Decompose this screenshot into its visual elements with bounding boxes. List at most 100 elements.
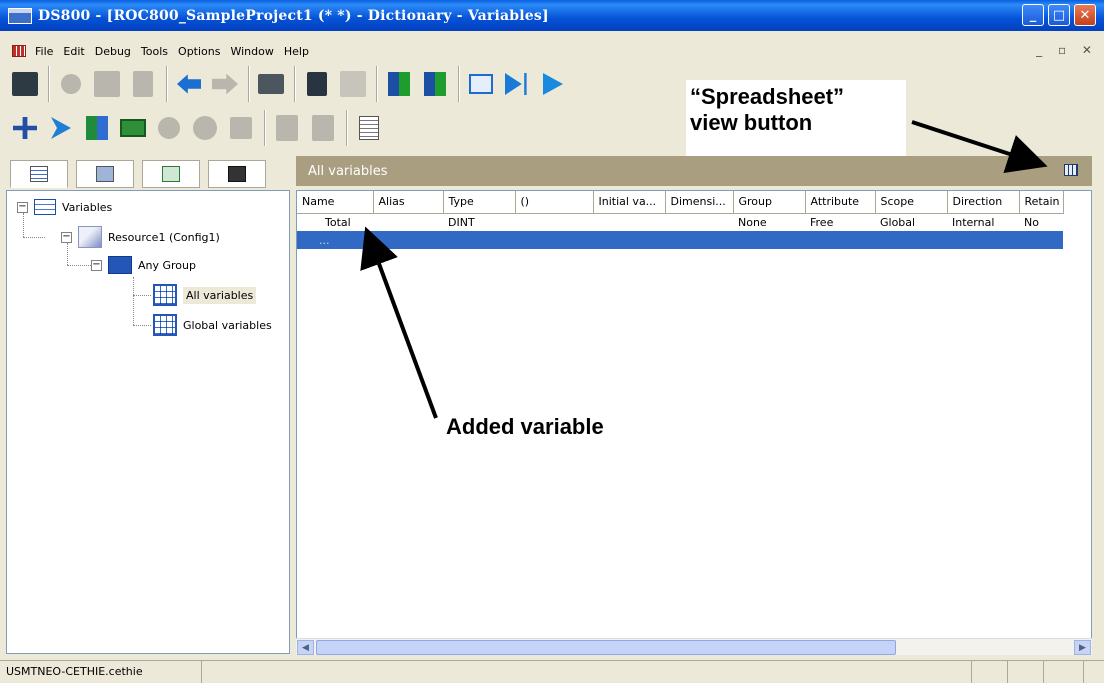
tree-item-any-group[interactable]: − Any Group: [91, 253, 196, 277]
collapse-icon[interactable]: −: [17, 201, 28, 213]
tree-item-label: Variables: [62, 200, 113, 214]
run-icon[interactable]: [538, 69, 568, 99]
cell-direction[interactable]: [947, 231, 1019, 249]
scroll-right-icon[interactable]: ▶: [1074, 640, 1091, 655]
cell-scope[interactable]: [875, 231, 947, 249]
cell-group[interactable]: [733, 231, 805, 249]
calculator-icon[interactable]: [354, 113, 384, 143]
column-header[interactable]: Scope: [875, 191, 948, 214]
circle-icon[interactable]: [154, 113, 184, 143]
variables-tab[interactable]: [10, 160, 68, 188]
column-header[interactable]: Direction: [947, 191, 1020, 214]
added-variable-annotation: Added variable: [446, 414, 604, 439]
cell-dimension[interactable]: [665, 231, 733, 249]
cube-icon[interactable]: [82, 113, 112, 143]
menu-help[interactable]: Help: [279, 45, 314, 58]
cell-initial[interactable]: [593, 231, 665, 249]
cell-retain[interactable]: No: [1019, 213, 1063, 231]
close-button[interactable]: ✕: [1074, 4, 1096, 26]
cell-name[interactable]: ...: [297, 231, 373, 249]
tree-item-global-variables[interactable]: Global variables: [153, 313, 272, 337]
minimize-button[interactable]: _: [1022, 4, 1044, 26]
spreadsheet-view-icon[interactable]: [1064, 164, 1078, 176]
toolbar-separator: [248, 66, 250, 102]
document-icon[interactable]: [12, 45, 26, 57]
cell-retain[interactable]: [1019, 231, 1063, 249]
scroll-thumb[interactable]: [316, 640, 896, 655]
arrow-icon[interactable]: [46, 113, 76, 143]
redo-icon[interactable]: [210, 69, 240, 99]
step-icon[interactable]: [502, 69, 532, 99]
cut-icon[interactable]: [56, 69, 86, 99]
window-title: DS800 - [ROC800_SampleProject1 (* *) - D…: [38, 7, 549, 24]
undo-icon[interactable]: [174, 69, 204, 99]
menu-debug[interactable]: Debug: [90, 45, 136, 58]
cell-attribute[interactable]: [805, 231, 875, 249]
tree-tab[interactable]: [142, 160, 200, 188]
doc-in-icon[interactable]: [272, 113, 302, 143]
menu-edit[interactable]: Edit: [58, 45, 89, 58]
cell-alias[interactable]: [373, 213, 443, 231]
tree-line: [133, 325, 151, 326]
group-icon: [108, 256, 132, 274]
horizontal-scrollbar[interactable]: ◀ ▶: [296, 638, 1092, 655]
column-header[interactable]: Attribute: [805, 191, 876, 214]
cell-type[interactable]: DINT: [443, 213, 515, 231]
column-header[interactable]: Alias: [373, 191, 444, 214]
cell-attribute[interactable]: Free: [805, 213, 875, 231]
cell-group[interactable]: None: [733, 213, 805, 231]
sort-descending-icon[interactable]: [420, 69, 450, 99]
tree-item-all-variables[interactable]: All variables: [153, 283, 257, 307]
cell-type[interactable]: [443, 231, 515, 249]
cell-parens[interactable]: [515, 231, 593, 249]
menu-options[interactable]: Options: [173, 45, 225, 58]
grid-icon[interactable]: [338, 69, 368, 99]
collapse-icon[interactable]: −: [91, 259, 102, 271]
copy-icon[interactable]: [92, 69, 122, 99]
cell-initial[interactable]: [593, 213, 665, 231]
tree-item-label: All variables: [183, 286, 257, 304]
column-header[interactable]: Name: [297, 191, 374, 214]
cell-dimension[interactable]: [665, 213, 733, 231]
cell-direction[interactable]: Internal: [947, 213, 1019, 231]
column-header[interactable]: Type: [443, 191, 516, 214]
app-icon: [8, 7, 32, 24]
table-row[interactable]: Total DINT None Free Global Internal No: [297, 213, 1063, 231]
puzzle-icon[interactable]: [226, 113, 256, 143]
paste-icon[interactable]: [128, 69, 158, 99]
cell-name[interactable]: Total: [297, 213, 373, 231]
cell-scope[interactable]: Global: [875, 213, 947, 231]
column-header[interactable]: (): [515, 191, 594, 214]
status-panel: [1044, 661, 1084, 683]
connect-icon[interactable]: [10, 113, 40, 143]
cell-alias[interactable]: [373, 231, 443, 249]
scroll-left-icon[interactable]: ◀: [297, 640, 314, 655]
save-icon[interactable]: [10, 69, 40, 99]
mdi-controls[interactable]: _ ▫ ✕: [1036, 43, 1098, 57]
card-icon[interactable]: [118, 113, 148, 143]
menu-file[interactable]: File: [30, 45, 58, 58]
collapse-icon[interactable]: −: [61, 231, 72, 243]
maximize-button[interactable]: □: [1048, 4, 1070, 26]
find-icon[interactable]: [302, 69, 332, 99]
column-header[interactable]: Group: [733, 191, 806, 214]
tree-item-resource[interactable]: − Resource1 (Config1): [61, 225, 220, 249]
view-icon[interactable]: [466, 69, 496, 99]
title-bar: DS800 - [ROC800_SampleProject1 (* *) - D…: [0, 0, 1104, 31]
doc-out-icon[interactable]: [308, 113, 338, 143]
tree-item-variables[interactable]: − Variables: [17, 195, 112, 219]
column-header[interactable]: Dimensi...: [665, 191, 734, 214]
gear-icon[interactable]: [190, 113, 220, 143]
print-icon[interactable]: [256, 69, 286, 99]
column-header[interactable]: Retain: [1019, 191, 1064, 214]
tree-item-label: Any Group: [138, 258, 196, 272]
network-tab[interactable]: [76, 160, 134, 188]
menu-tools[interactable]: Tools: [136, 45, 173, 58]
cell-parens[interactable]: [515, 213, 593, 231]
column-header[interactable]: Initial va...: [593, 191, 666, 214]
table-row[interactable]: ...: [297, 231, 1063, 249]
window-tab[interactable]: [208, 160, 266, 188]
sort-ascending-icon[interactable]: [384, 69, 414, 99]
panel-header: All variables: [296, 156, 1092, 186]
menu-window[interactable]: Window: [225, 45, 278, 58]
